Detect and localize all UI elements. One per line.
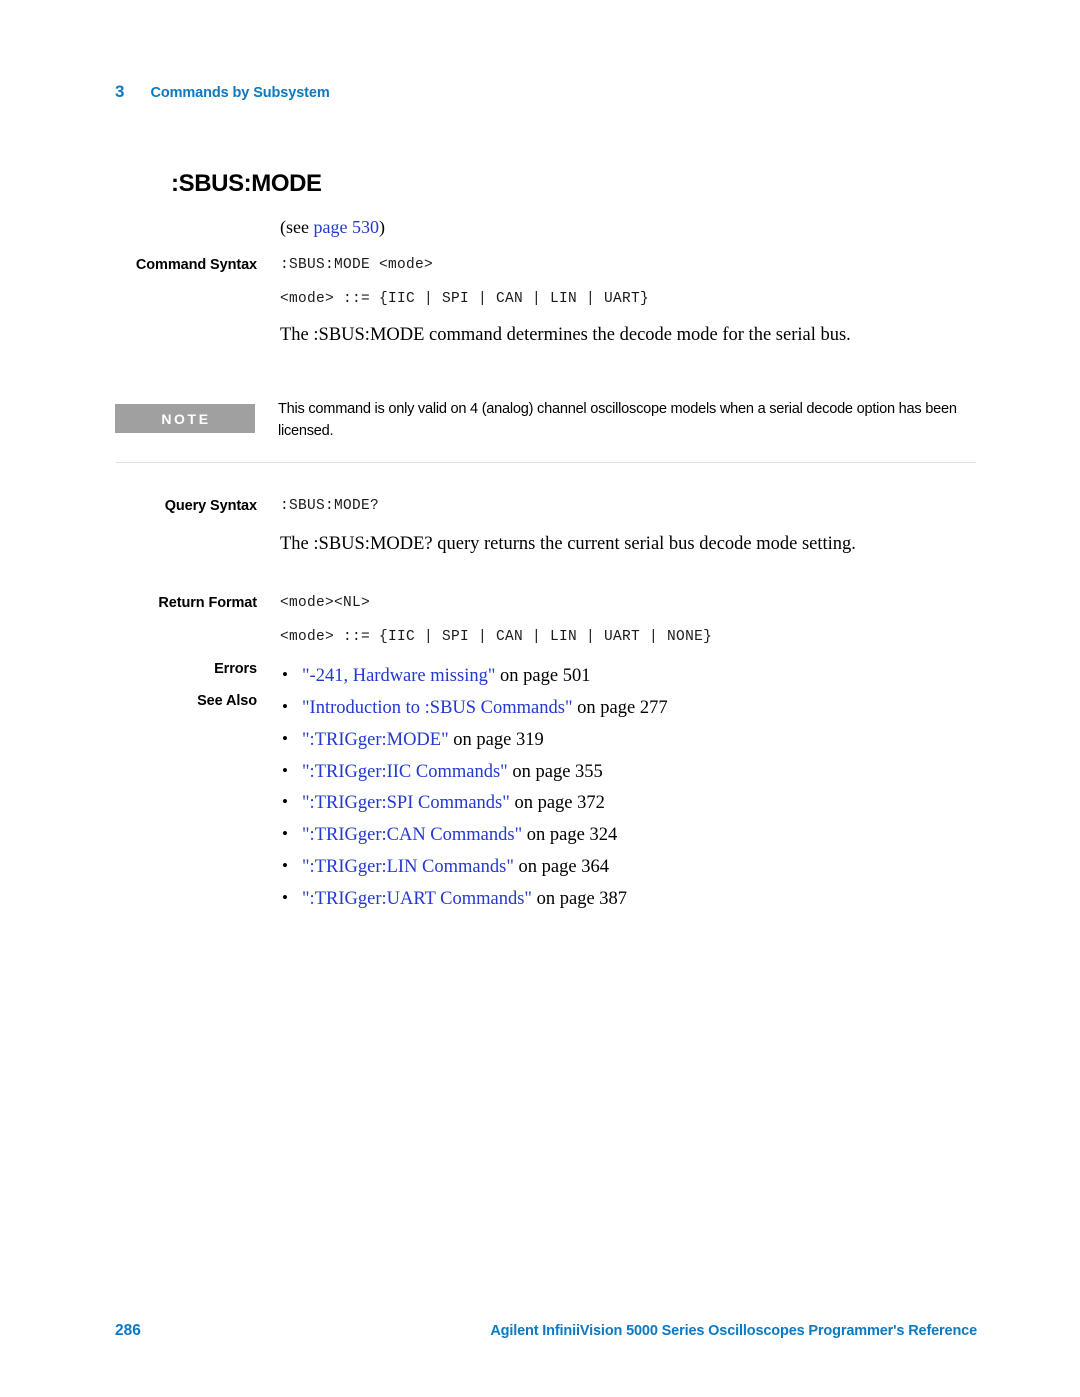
see-also-page: on page 355 (507, 761, 603, 782)
see-also-page: on page 277 (572, 698, 668, 718)
see-also-link[interactable]: ":TRIGger:LIN Commands" (302, 857, 514, 877)
see-also-row: See Also "Introduction to :SBUS Commands… (115, 692, 985, 916)
see-also-link[interactable]: ":TRIGger:SPI Commands" (302, 793, 510, 813)
list-item: ":TRIGger:LIN Commands" on page 364 (280, 851, 985, 884)
see-also-link[interactable]: ":TRIGger:CAN Commands" (302, 825, 522, 845)
return-format-label: Return Format (158, 595, 257, 611)
page-footer: 286 Agilent InfiniiVision 5000 Series Os… (115, 1322, 977, 1340)
command-description-row: The :SBUS:MODE command determines the de… (115, 323, 985, 347)
error-page: on page 501 (495, 666, 591, 686)
see-also-link[interactable]: ":TRIGger:UART Commands" (302, 889, 532, 909)
see-reference: (see page 530) (280, 217, 985, 238)
see-also-page: on page 372 (509, 793, 605, 814)
see-also-list: "Introduction to :SBUS Commands" on page… (280, 692, 985, 916)
see-reference-suffix: ) (378, 217, 385, 237)
list-item: ":TRIGger:UART Commands" on page 387 (280, 883, 985, 916)
return-format-row: Return Format <mode><NL> (115, 595, 985, 612)
list-item: "-241, Hardware missing" on page 501 (280, 660, 985, 693)
errors-label: Errors (214, 661, 257, 677)
return-format-definition: <mode> ::= {IIC | SPI | CAN | LIN | UART… (280, 629, 713, 645)
document-page: 3 Commands by Subsystem :SBUS:MODE (see … (0, 0, 1080, 1397)
list-item: ":TRIGger:CAN Commands" on page 324 (280, 819, 985, 852)
return-format-code: <mode><NL> (280, 595, 371, 611)
list-item: ":TRIGger:SPI Commands" on page 372 (280, 787, 985, 820)
see-also-page: on page 324 (522, 825, 618, 846)
command-syntax-row: Command Syntax :SBUS:MODE <mode> (115, 257, 985, 274)
running-header: 3 Commands by Subsystem (115, 82, 330, 102)
see-reference-prefix: (see (280, 217, 314, 237)
errors-content: "-241, Hardware missing" on page 501 (280, 660, 985, 693)
command-description: The :SBUS:MODE command determines the de… (280, 325, 851, 345)
footer-page-number: 286 (115, 1322, 141, 1339)
chapter-title: Commands by Subsystem (150, 85, 330, 101)
query-description-row: The :SBUS:MODE? query returns the curren… (115, 532, 985, 556)
see-also-link[interactable]: ":TRIGger:MODE" (302, 730, 449, 750)
command-syntax-code: :SBUS:MODE <mode> (280, 257, 434, 273)
error-link[interactable]: "-241, Hardware missing" (302, 666, 495, 686)
see-also-page: on page 319 (448, 729, 544, 750)
see-reference-link[interactable]: page 530 (313, 217, 378, 237)
see-also-link[interactable]: "Introduction to :SBUS Commands" (302, 698, 573, 718)
see-also-link[interactable]: ":TRIGger:IIC Commands" (302, 762, 508, 782)
list-item: ":TRIGger:MODE" on page 319 (280, 724, 985, 757)
query-syntax-code: :SBUS:MODE? (280, 498, 380, 514)
errors-list: "-241, Hardware missing" on page 501 (280, 660, 985, 693)
see-also-content: "Introduction to :SBUS Commands" on page… (280, 692, 985, 916)
query-syntax-row: Query Syntax :SBUS:MODE? (115, 498, 985, 515)
see-reference-row: (see page 530) (115, 217, 985, 238)
query-syntax-label: Query Syntax (164, 498, 257, 514)
return-format-definition-row: <mode> ::= {IIC | SPI | CAN | LIN | UART… (115, 629, 985, 645)
query-description: The :SBUS:MODE? query returns the curren… (280, 534, 856, 554)
note-badge: NOTE (115, 404, 255, 433)
section-divider (116, 462, 976, 463)
command-syntax-definition: <mode> ::= {IIC | SPI | CAN | LIN | UART… (280, 291, 650, 307)
command-syntax-label: Command Syntax (135, 257, 257, 273)
see-also-page: on page 387 (532, 888, 628, 909)
page-title: :SBUS:MODE (171, 170, 322, 197)
list-item: "Introduction to :SBUS Commands" on page… (280, 692, 985, 725)
footer-title: Agilent InfiniiVision 5000 Series Oscill… (490, 1323, 977, 1339)
list-item: ":TRIGger:IIC Commands" on page 355 (280, 756, 985, 789)
see-also-page: on page 364 (513, 857, 609, 878)
command-syntax-definition-row: <mode> ::= {IIC | SPI | CAN | LIN | UART… (115, 291, 985, 307)
see-also-label: See Also (197, 693, 257, 709)
note-text: This command is only valid on 4 (analog)… (278, 401, 957, 439)
errors-row: Errors "-241, Hardware missing" on page … (115, 660, 985, 693)
chapter-number: 3 (115, 82, 125, 101)
